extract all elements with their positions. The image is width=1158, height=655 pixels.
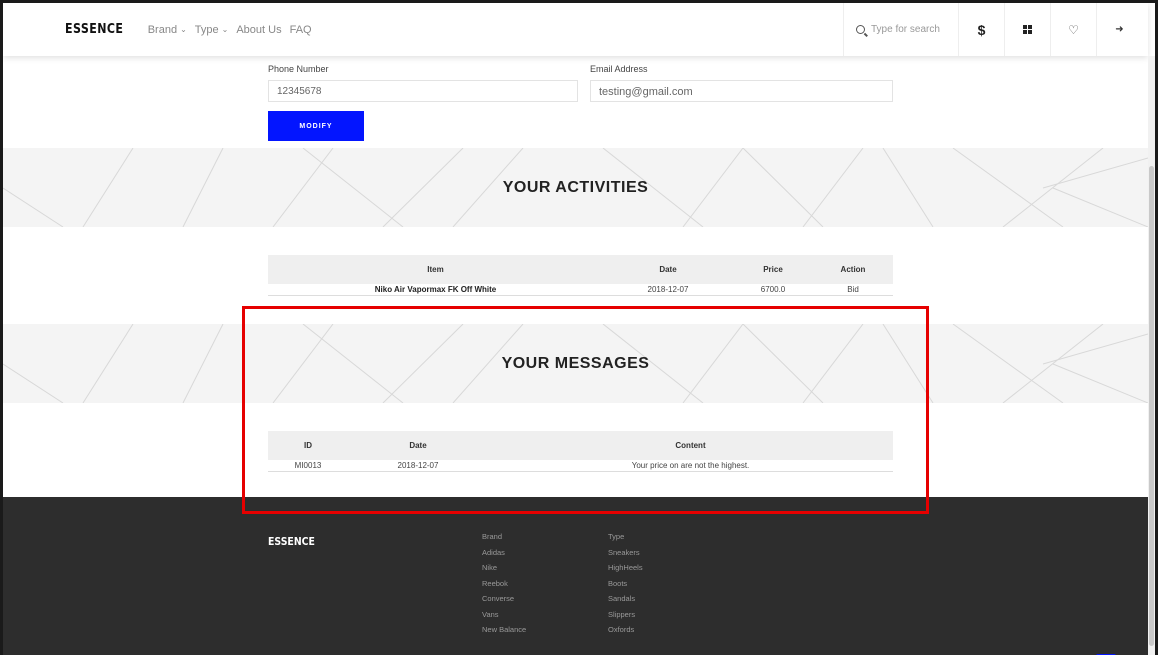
nav-brand[interactable]: Brand ⌄ — [148, 24, 187, 36]
col-date: Date — [659, 265, 677, 274]
col-price: Price — [763, 265, 783, 274]
footer-link[interactable]: Sandals — [608, 594, 643, 610]
messages-banner: YOUR MESSAGES — [3, 324, 1148, 403]
messages-title: YOUR MESSAGES — [501, 355, 650, 372]
footer-link[interactable]: New Balance — [482, 625, 526, 641]
footer-link[interactable]: Nike — [482, 563, 526, 579]
nav-about-us[interactable]: About Us — [236, 24, 281, 36]
activities-table: Item Date Price Action Niko Air Vapormax… — [268, 255, 893, 296]
col-action: Action — [840, 265, 866, 274]
modify-button[interactable]: MODIFY — [268, 111, 364, 141]
footer-type-column: Type Sneakers HighHeels Boots Sandals Sl… — [608, 532, 643, 641]
activities-title: YOUR ACTIVITIES — [502, 179, 649, 196]
footer-type-heading: Type — [608, 532, 625, 541]
nav-faq[interactable]: FAQ — [290, 24, 312, 36]
nav-type[interactable]: Type ⌄ — [195, 24, 229, 36]
logout-button[interactable]: ➜ — [1096, 3, 1142, 56]
footer-link[interactable]: Sneakers — [608, 548, 643, 564]
footer-link[interactable]: Boots — [608, 579, 643, 595]
main-nav: Brand ⌄ Type ⌄ About Us FAQ — [148, 24, 312, 36]
site-footer: ESSENCE Brand Adidas Nike Reebok Convers… — [3, 497, 1148, 655]
footer-logo[interactable]: ESSENCE — [268, 535, 315, 548]
col-content: Content — [675, 441, 706, 450]
email-label: Email Address — [590, 64, 648, 74]
messages-table: ID Date Content MI0013 2018-12-07 Your p… — [268, 431, 893, 472]
wishlist-button[interactable]: ♡ — [1050, 3, 1096, 56]
phone-field[interactable]: 12345678 — [268, 80, 578, 102]
footer-brand-column: Brand Adidas Nike Reebok Converse Vans N… — [482, 532, 526, 641]
site-logo[interactable]: ESSENCE — [65, 22, 123, 37]
cell-content: Your price on are not the highest. — [631, 461, 750, 470]
dollar-icon: $ — [977, 21, 986, 38]
email-field[interactable]: testing@gmail.com — [590, 80, 893, 102]
grid-icon — [1023, 25, 1032, 34]
cell-date: 2018-12-07 — [647, 285, 689, 294]
chevron-down-icon: ⌄ — [180, 25, 187, 34]
table-row[interactable]: Niko Air Vapormax FK Off White 2018-12-0… — [268, 284, 893, 296]
search-input[interactable]: Type for search — [871, 24, 940, 35]
nav-about-label: About Us — [236, 23, 282, 36]
footer-link[interactable]: Vans — [482, 610, 526, 626]
cell-id: MI0013 — [294, 461, 322, 470]
footer-link[interactable]: Oxfords — [608, 625, 643, 641]
nav-faq-label: FAQ — [289, 23, 312, 36]
activities-banner: YOUR ACTIVITIES — [3, 148, 1148, 227]
search-box[interactable]: Type for search — [843, 3, 958, 56]
footer-link[interactable]: HighHeels — [608, 563, 643, 579]
footer-brand-heading: Brand — [482, 532, 503, 541]
site-header: ESSENCE Brand ⌄ Type ⌄ About Us FAQ Type f… — [3, 3, 1148, 56]
currency-button[interactable]: $ — [958, 3, 1004, 56]
cell-price: 6700.0 — [760, 285, 786, 294]
cell-item: Niko Air Vapormax FK Off White — [374, 285, 497, 294]
footer-link[interactable]: Converse — [482, 594, 526, 610]
heart-icon: ♡ — [1068, 22, 1079, 37]
table-row[interactable]: MI0013 2018-12-07 Your price on are not … — [268, 460, 893, 472]
cell-date: 2018-12-07 — [397, 461, 439, 470]
phone-label: Phone Number — [268, 64, 329, 74]
nav-brand-label: Brand — [147, 23, 178, 36]
col-date: Date — [409, 441, 427, 450]
grid-view-button[interactable] — [1004, 3, 1050, 56]
footer-link[interactable]: Slippers — [608, 610, 643, 626]
scrollbar-thumb[interactable] — [1149, 166, 1154, 646]
table-header: ID Date Content — [268, 431, 893, 460]
chevron-down-icon: ⌄ — [221, 25, 229, 34]
cell-action[interactable]: Bid — [813, 285, 893, 294]
col-item: Item — [427, 265, 444, 274]
logout-icon: ➜ — [1115, 24, 1124, 35]
col-id: ID — [304, 441, 312, 450]
page-scrollbar[interactable] — [1148, 56, 1155, 655]
table-header: Item Date Price Action — [268, 255, 893, 284]
footer-link[interactable]: Reebok — [482, 579, 526, 595]
nav-type-label: Type — [194, 23, 219, 36]
search-icon — [856, 25, 865, 34]
page-content: Phone Number 12345678 Email Address test… — [3, 56, 1148, 655]
footer-link[interactable]: Adidas — [482, 548, 526, 564]
